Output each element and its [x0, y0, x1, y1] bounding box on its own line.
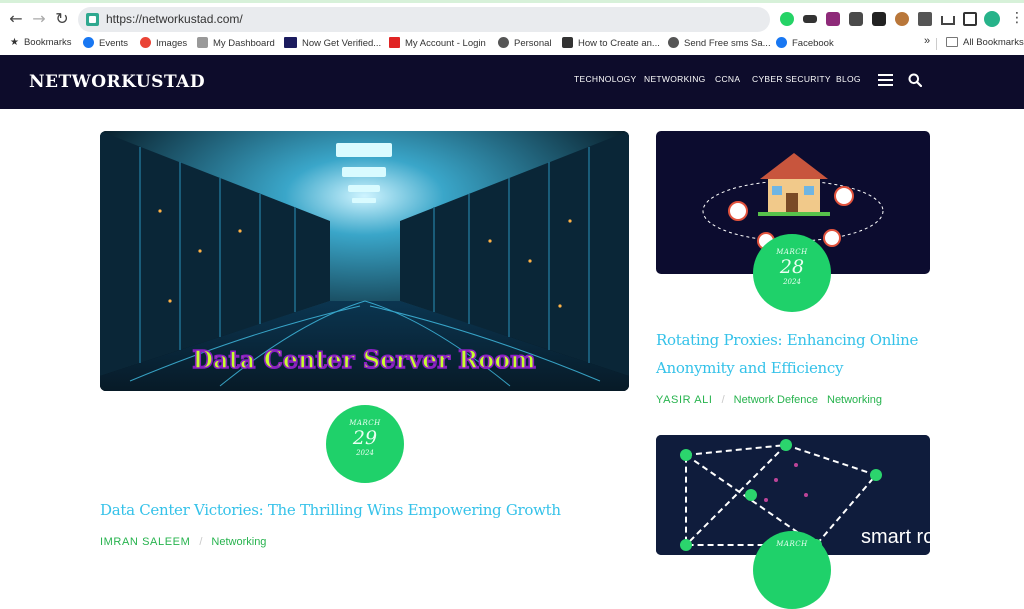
date-day: 29 — [352, 427, 378, 449]
featured-post-title[interactable]: Data Center Victories: The Thrilling Win… — [100, 496, 629, 524]
bookmark-label: How to Create an... — [578, 38, 660, 49]
post-tag[interactable]: Networking — [827, 394, 882, 406]
sd-icon — [562, 37, 573, 48]
side-image-caption: smart routing — [861, 526, 930, 548]
bookmark-item[interactable]: Events — [83, 37, 128, 51]
bookmark-label: My Account - Login — [405, 38, 486, 49]
puzzle-extensions-icon[interactable] — [918, 12, 932, 26]
globe-icon — [498, 37, 509, 48]
forward-arrow-icon[interactable]: → — [29, 9, 49, 29]
bookmark-item[interactable]: Images — [140, 37, 187, 51]
browser-toolbar: ← → ↻ https://networkustad.com/ ⋮ — [0, 0, 1024, 33]
facebook-icon — [776, 37, 787, 48]
bookmark-label: Personal — [514, 38, 552, 49]
whatsapp-extension-icon[interactable] — [780, 12, 794, 26]
dashboard-icon — [197, 37, 208, 48]
folder-icon — [946, 37, 958, 47]
address-bar[interactable]: https://networkustad.com/ — [78, 7, 770, 32]
side-post-title[interactable]: Rotating Proxies: Enhancing Online Anony… — [656, 326, 930, 382]
bookmarks-divider — [936, 38, 937, 50]
date-year: 2024 — [356, 449, 374, 457]
facebook-icon — [83, 37, 94, 48]
site-logo[interactable]: NETWORKUSTAD — [29, 72, 205, 92]
nav-cyber-security[interactable]: CYBER SECURITY — [752, 74, 831, 84]
post-tag[interactable]: Network Defence — [734, 394, 818, 406]
globe-icon — [668, 37, 679, 48]
bookmark-label: Bookmarks — [23, 37, 72, 48]
screen-extension-icon[interactable] — [803, 15, 817, 23]
date-year: 2024 — [783, 278, 801, 286]
bookmark-label: Send Free sms Sa... — [684, 38, 771, 49]
meta-separator: / — [721, 394, 725, 406]
nav-blog[interactable]: BLOG — [836, 74, 861, 84]
star-icon: ★ — [10, 37, 19, 48]
extension-m-icon[interactable] — [849, 12, 863, 26]
extension-dark-icon[interactable] — [872, 12, 886, 26]
featured-image-caption: Data Center Server Room — [192, 345, 535, 374]
date-day: 28 — [779, 256, 805, 278]
hamburger-menu-icon[interactable] — [878, 74, 893, 87]
hd-icon — [284, 37, 297, 48]
download-icon[interactable] — [941, 16, 955, 25]
bookmark-item[interactable]: My Account - Login — [389, 37, 486, 51]
server-room-illustration: Data Center Server Room — [100, 131, 629, 391]
post-author[interactable]: YASIR ALI — [656, 394, 713, 406]
bookmark-item[interactable]: ★ Bookmarks — [10, 37, 71, 51]
bookmark-item[interactable]: Send Free sms Sa... — [668, 37, 771, 51]
all-bookmarks-button[interactable]: All Bookmarks — [946, 37, 1024, 51]
bookmark-label: Events — [99, 38, 129, 49]
extension-purple-icon[interactable] — [826, 12, 840, 26]
date-month: MARCH — [776, 540, 808, 548]
date-month: MARCH — [776, 248, 808, 256]
bookmarks-bar: ★ Bookmarks Events Images My Dashboard No… — [0, 33, 1024, 55]
bookmark-item[interactable]: How to Create an... — [562, 37, 660, 51]
url-text: https://networkustad.com/ — [106, 12, 243, 26]
bookmark-item[interactable]: Personal — [498, 37, 552, 51]
post-date-badge: MARCH 29 2024 — [326, 405, 404, 483]
bookmark-label: Now Get Verified... — [302, 38, 382, 49]
featured-post-image[interactable]: Data Center Server Room — [100, 131, 629, 391]
all-bookmarks-label: All Bookmarks — [963, 37, 1024, 48]
site-favicon-icon — [86, 13, 99, 26]
google-icon — [140, 37, 151, 48]
back-arrow-icon[interactable]: ← — [6, 9, 26, 29]
side-post-2-date-badge: MARCH — [753, 531, 831, 609]
side-post-date-badge: MARCH 28 2024 — [753, 234, 831, 312]
date-month: MARCH — [349, 419, 381, 427]
nav-ccna[interactable]: CCNA — [715, 74, 740, 84]
bookmark-item[interactable]: Now Get Verified... — [284, 37, 381, 51]
cookie-extension-icon[interactable] — [895, 12, 909, 26]
page-content: Data Center Server Room MARCH 29 2024 Da… — [0, 109, 1024, 609]
kebab-menu-icon[interactable]: ⋮ — [1010, 10, 1024, 26]
post-tag[interactable]: Networking — [211, 536, 266, 548]
bookmark-item[interactable]: My Dashboard — [197, 37, 275, 51]
side-panel-icon[interactable] — [963, 12, 977, 26]
nav-technology[interactable]: TECHNOLOGY — [574, 74, 637, 84]
bookmark-label: My Dashboard — [213, 38, 275, 49]
profile-avatar[interactable] — [984, 11, 1000, 27]
bookmark-item[interactable]: Facebook — [776, 37, 834, 51]
account-icon — [389, 37, 400, 48]
meta-separator: / — [199, 536, 203, 548]
post-author[interactable]: IMRAN SALEEM — [100, 536, 190, 548]
nav-networking[interactable]: NETWORKING — [644, 74, 706, 84]
side-post-meta: YASIR ALI / Network Defence Networking — [656, 394, 891, 406]
bookmarks-overflow-button[interactable]: » — [924, 35, 930, 49]
bookmark-label: Facebook — [792, 38, 834, 49]
featured-post-meta: IMRAN SALEEM / Networking — [100, 536, 275, 548]
search-icon[interactable] — [908, 73, 922, 87]
reload-icon[interactable]: ↻ — [52, 9, 72, 29]
site-header: NETWORKUSTAD TECHNOLOGY NETWORKING CCNA … — [0, 55, 1024, 109]
bookmark-label: Images — [156, 38, 188, 49]
